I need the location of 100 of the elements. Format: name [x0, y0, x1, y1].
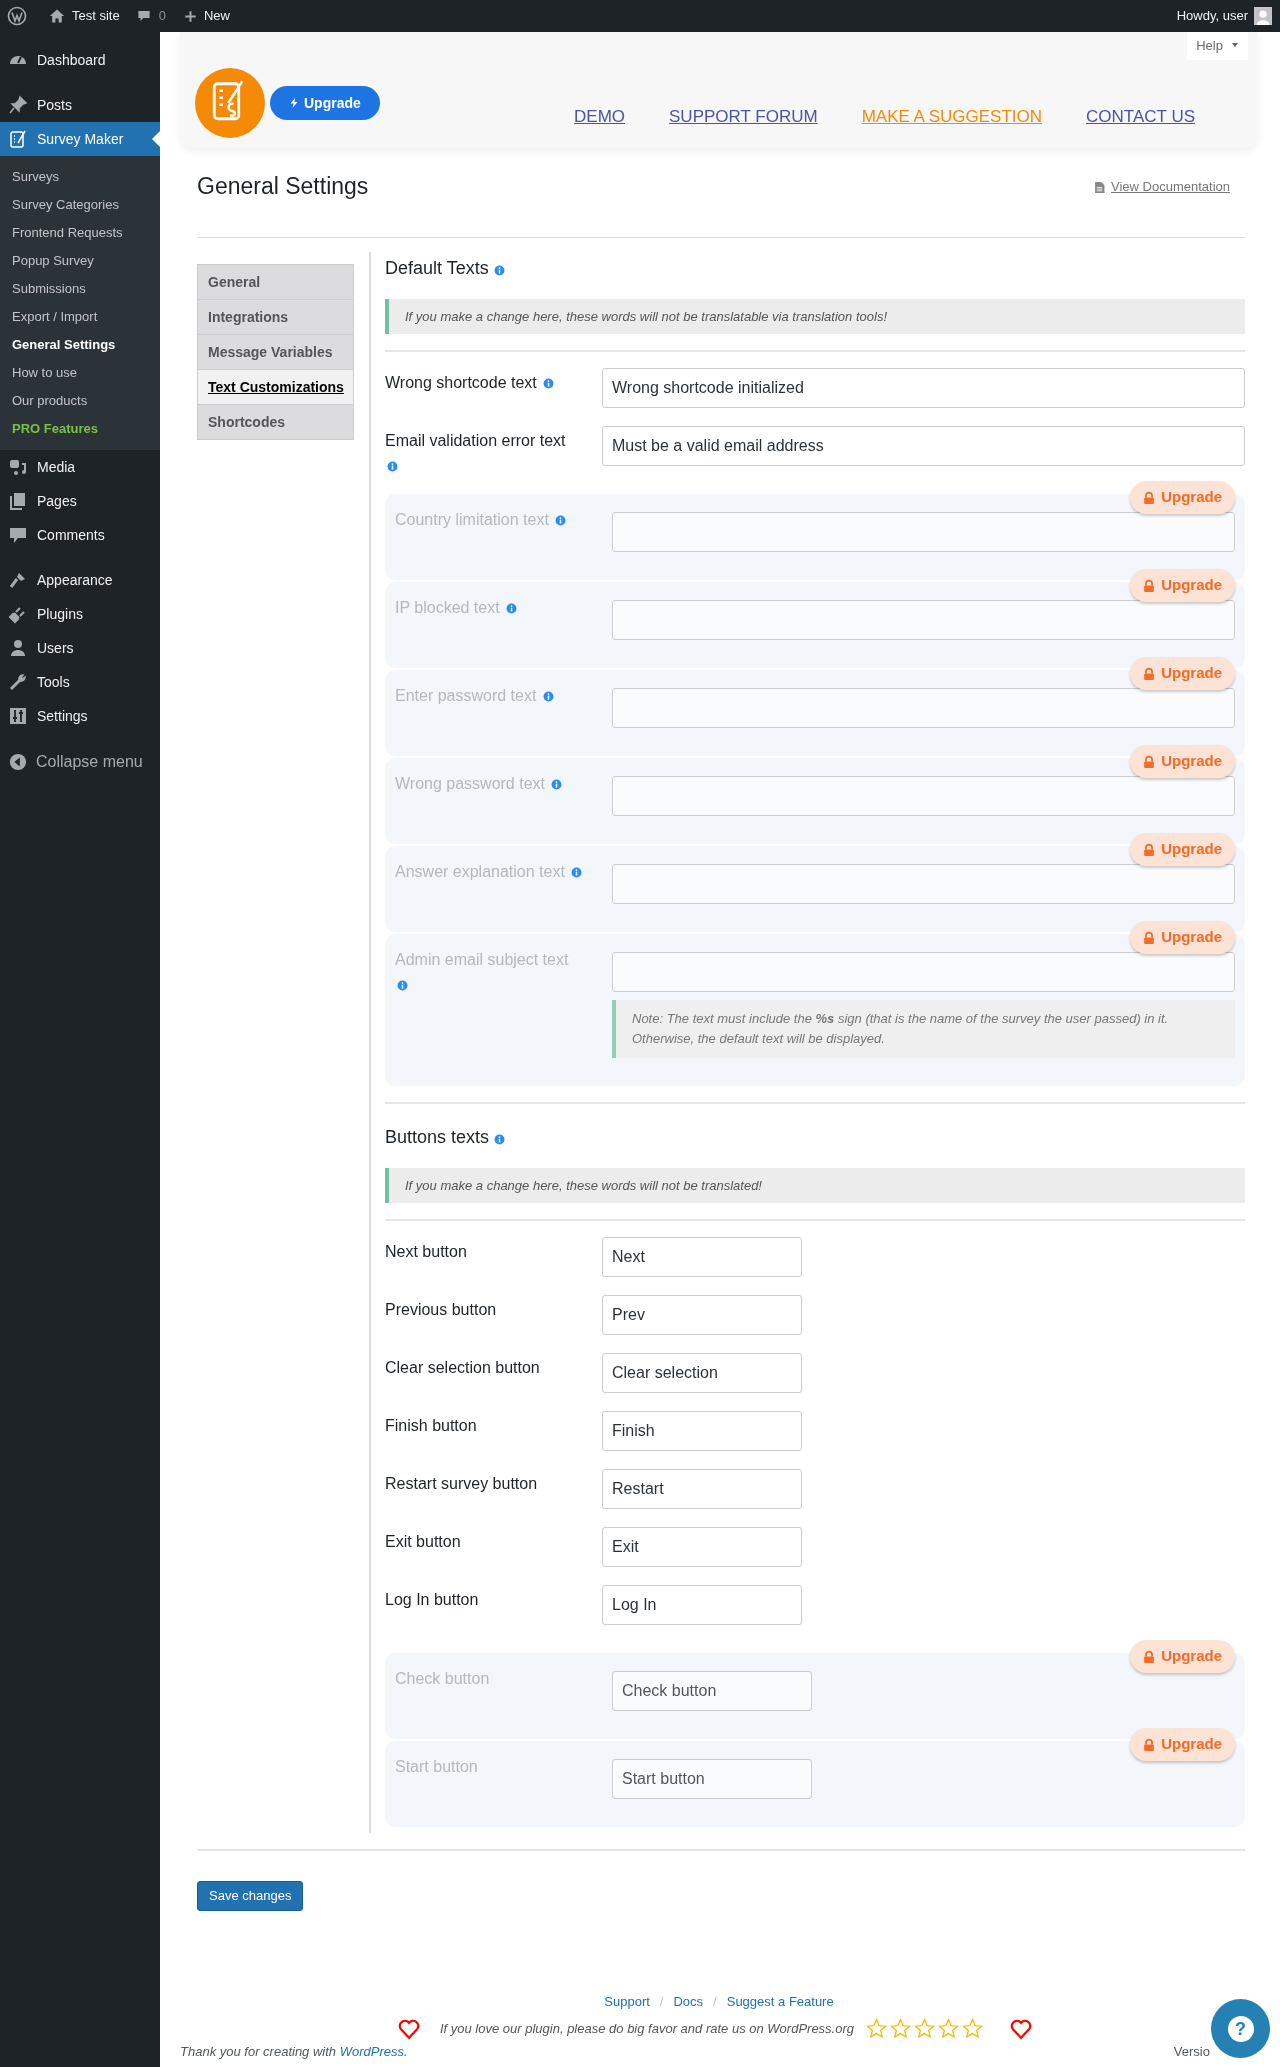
footer-link[interactable]: Suggest a Feature — [726, 1992, 834, 2012]
text-input-field[interactable] — [612, 952, 1235, 992]
field-label: Answer explanation text — [395, 863, 565, 880]
sidebar-item[interactable]: Dashboard — [0, 43, 160, 77]
info-icon — [387, 461, 398, 472]
site-link[interactable]: Test site — [49, 6, 120, 26]
text-input-field[interactable] — [612, 512, 1235, 552]
caret-icon — [1230, 43, 1239, 49]
info-icon — [542, 691, 554, 702]
settings-tab[interactable]: General — [197, 264, 354, 300]
submenu-item[interactable]: Frontend Requests — [0, 219, 160, 247]
submenu-item[interactable]: PRO Features — [0, 415, 160, 443]
settings-tab[interactable]: Text Customizations — [197, 369, 354, 405]
field-label: Clear selection button — [385, 1359, 540, 1376]
text-input-field[interactable]: Restart — [602, 1469, 802, 1509]
footer-link[interactable]: Support — [604, 1992, 650, 2012]
footer-link[interactable]: Docs — [673, 1992, 704, 2012]
documentation-link[interactable]: View Documentation — [1094, 177, 1230, 197]
padlock-icon — [1143, 1649, 1156, 1664]
field-label: Start button — [395, 1758, 478, 1775]
field-label: Wrong shortcode text — [385, 374, 537, 391]
settings-tab[interactable]: Integrations — [197, 299, 354, 335]
info-icon — [397, 980, 408, 991]
field-label: Admin email subject text — [395, 951, 569, 968]
sidebar-item[interactable]: Users — [0, 631, 160, 665]
submenu-item[interactable]: Surveys — [0, 163, 160, 191]
speech-bubble-icon — [8, 525, 28, 545]
sidebar-item[interactable]: Comments — [0, 518, 160, 552]
header-link[interactable]: DEMO — [574, 104, 625, 130]
submenu-item[interactable]: General Settings — [0, 331, 160, 359]
sliders-icon — [8, 706, 28, 726]
text-input-field[interactable] — [612, 776, 1235, 816]
sidebar-item[interactable]: Media — [0, 450, 160, 484]
sidebar-item[interactable]: Posts — [0, 88, 160, 122]
upgrade-button[interactable]: Upgrade — [270, 86, 380, 120]
save-changes-button[interactable]: Save changes — [197, 1881, 304, 1911]
text-input-field[interactable] — [612, 688, 1235, 728]
settings-tab[interactable]: Shortcodes — [197, 404, 354, 440]
text-input-field[interactable] — [612, 864, 1235, 904]
field-label: Restart survey button — [385, 1475, 538, 1492]
text-input-field[interactable]: Check button — [612, 1671, 812, 1711]
wordpress-link[interactable]: WordPress — [339, 2043, 404, 2059]
camera-music-icon — [8, 457, 28, 477]
document-icon — [1094, 180, 1105, 194]
submenu-item[interactable]: Survey Categories — [0, 191, 160, 219]
help-chat-button[interactable]: ? — [1211, 1999, 1270, 2058]
thanks-text: Thank you for creating with WordPress. — [180, 2042, 408, 2061]
star-icon — [938, 2018, 960, 2039]
home-icon — [49, 8, 65, 24]
star-rating[interactable] — [866, 2018, 984, 2039]
new-link[interactable]: New — [183, 6, 230, 26]
field-label: Previous button — [385, 1301, 497, 1318]
comments-link[interactable]: 0 — [136, 6, 166, 26]
pages-icon — [8, 491, 28, 511]
info-icon — [506, 603, 518, 614]
sidebar-item[interactable]: Appearance — [0, 563, 160, 597]
submenu-item[interactable]: Export / Import — [0, 303, 160, 331]
account-link[interactable]: Howdy, user — [1176, 6, 1272, 26]
plug-icon — [8, 604, 28, 624]
text-input-field[interactable]: Next — [602, 1237, 802, 1277]
sidebar-item[interactable]: Settings — [0, 699, 160, 733]
field-label: Country limitation text — [395, 511, 549, 528]
text-input-field[interactable] — [612, 600, 1235, 640]
text-input-field[interactable]: Clear selection — [602, 1353, 802, 1393]
info-icon — [494, 1133, 506, 1145]
collapse-menu-button[interactable]: Collapse menu — [0, 745, 160, 779]
section-title: Default Texts — [385, 257, 489, 280]
text-input-field[interactable]: Exit — [602, 1527, 802, 1567]
text-input-field[interactable]: Finish — [602, 1411, 802, 1451]
sidebar-item[interactable]: Tools — [0, 665, 160, 699]
avatar-icon — [1254, 7, 1272, 25]
text-input-field[interactable]: Prev — [602, 1295, 802, 1335]
text-input-field[interactable]: Must be a valid email address — [602, 426, 1245, 466]
separator-slash: / — [713, 1993, 717, 2011]
text-input-field[interactable]: Start button — [612, 1759, 812, 1799]
wordpress-logo-icon[interactable] — [7, 6, 27, 26]
text-input-field[interactable]: Log In — [602, 1585, 802, 1625]
help-tab[interactable]: Help — [1187, 32, 1248, 60]
submenu-item[interactable]: Our products — [0, 387, 160, 415]
settings-tab[interactable]: Message Variables — [197, 334, 354, 370]
header-link[interactable]: SUPPORT FORUM — [669, 104, 818, 130]
field-label: Email validation error text — [385, 432, 566, 449]
page-title: General Settings — [197, 171, 369, 201]
clipboard-icon — [8, 129, 28, 149]
sidebar-item[interactable]: Pages — [0, 484, 160, 518]
header-link[interactable]: CONTACT US — [1086, 104, 1195, 130]
notice-text: If you make a change here, these words will not be translated! — [385, 1168, 1245, 1203]
submenu-item[interactable]: Popup Survey — [0, 247, 160, 275]
separator-slash: / — [659, 1993, 664, 2011]
star-icon — [962, 2018, 984, 2039]
text-input-field[interactable]: Wrong shortcode initialized — [602, 368, 1245, 408]
sidebar-item[interactable]: Plugins — [0, 597, 160, 631]
notice-text: If you make a change here, these words will not be translatable via translation tools! — [385, 299, 1245, 334]
wrench-icon — [8, 672, 28, 692]
sidebar-item[interactable]: Survey Maker — [0, 122, 160, 156]
field-label: Log In button — [385, 1591, 479, 1608]
left-arrow-circle-icon — [9, 753, 27, 771]
star-icon — [890, 2018, 912, 2039]
submenu-item[interactable]: Submissions — [0, 275, 160, 303]
submenu-item[interactable]: How to use — [0, 359, 160, 387]
